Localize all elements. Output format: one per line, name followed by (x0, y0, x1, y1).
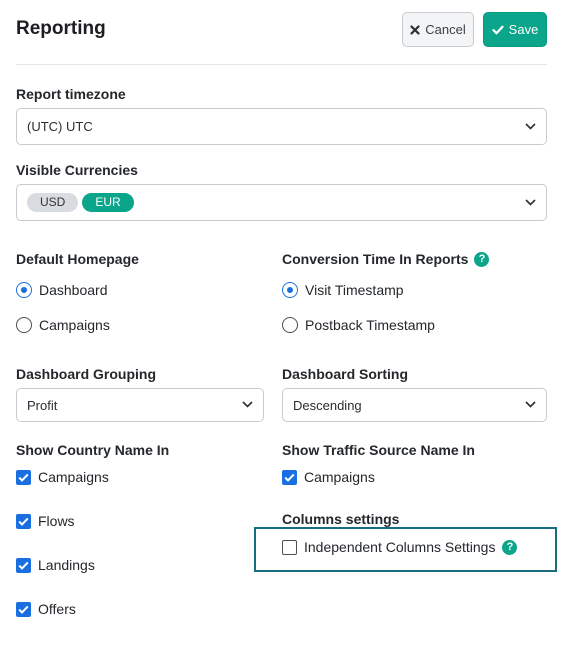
dashboard-grouping-value: Profit (27, 397, 58, 413)
currency-tag-eur[interactable]: EUR (82, 193, 134, 212)
reporting-panel: Reporting Cancel Save Report timezone (U… (0, 0, 571, 664)
save-button[interactable]: Save (483, 12, 547, 47)
country-name-offers[interactable]: Offers (16, 601, 76, 617)
close-icon (410, 24, 420, 35)
default-homepage-label: Default Homepage (16, 251, 139, 267)
question-circle-icon[interactable]: ? (502, 539, 518, 555)
currencies-label: Visible Currencies (16, 162, 138, 178)
radio-button[interactable] (282, 282, 298, 298)
checkbox[interactable] (16, 469, 31, 485)
chevron-down-icon (242, 401, 253, 408)
homepage-option-campaigns[interactable]: Campaigns (16, 317, 110, 333)
dashboard-grouping-label: Dashboard Grouping (16, 366, 156, 382)
checkbox[interactable] (282, 539, 297, 555)
timezone-value: (UTC) UTC (27, 119, 93, 134)
independent-columns-settings[interactable]: Independent Columns Settings ? (282, 539, 518, 555)
cancel-label: Cancel (425, 22, 466, 37)
save-label: Save (508, 22, 539, 37)
chevron-down-icon (525, 198, 536, 206)
check-icon (18, 561, 29, 570)
header-divider (16, 64, 547, 65)
radio-button[interactable] (282, 317, 298, 333)
currency-tag-usd[interactable]: USD (27, 193, 79, 212)
conversion-time-label: Conversion Time In Reports ? (282, 251, 490, 267)
checkbox[interactable] (16, 513, 31, 529)
radio-button[interactable] (16, 317, 32, 333)
page-title: Reporting (16, 18, 106, 39)
checkbox[interactable] (282, 469, 297, 485)
traffic-source-campaigns[interactable]: Campaigns (282, 469, 375, 485)
dashboard-grouping-select[interactable]: Profit (16, 388, 264, 422)
currencies-multiselect[interactable]: USD EUR (16, 184, 547, 221)
check-icon (18, 473, 29, 482)
chevron-down-icon (525, 401, 536, 408)
conversion-option-visit-timestamp[interactable]: Visit Timestamp (282, 282, 404, 298)
conversion-option-postback-timestamp[interactable]: Postback Timestamp (282, 317, 435, 333)
chevron-down-icon (525, 122, 536, 130)
timezone-label: Report timezone (16, 86, 126, 102)
country-name-campaigns[interactable]: Campaigns (16, 469, 109, 485)
dashboard-sorting-value: Descending (293, 397, 362, 413)
radio-button[interactable] (16, 282, 32, 298)
check-icon (492, 25, 504, 34)
check-icon (284, 473, 295, 482)
country-name-label: Show Country Name In (16, 442, 170, 458)
cancel-button[interactable]: Cancel (402, 12, 474, 47)
checkbox[interactable] (16, 557, 31, 573)
check-icon (18, 605, 29, 614)
country-name-flows[interactable]: Flows (16, 513, 75, 529)
dashboard-sorting-label: Dashboard Sorting (282, 366, 409, 382)
homepage-option-dashboard[interactable]: Dashboard (16, 282, 108, 298)
check-icon (18, 517, 29, 526)
question-circle-icon[interactable]: ? (474, 251, 490, 267)
timezone-select[interactable]: (UTC) UTC (16, 108, 547, 145)
traffic-source-name-label: Show Traffic Source Name In (282, 442, 475, 458)
columns-settings-label: Columns settings (282, 511, 400, 527)
country-name-landings[interactable]: Landings (16, 557, 95, 573)
dashboard-sorting-select[interactable]: Descending (282, 388, 547, 422)
checkbox[interactable] (16, 601, 31, 617)
